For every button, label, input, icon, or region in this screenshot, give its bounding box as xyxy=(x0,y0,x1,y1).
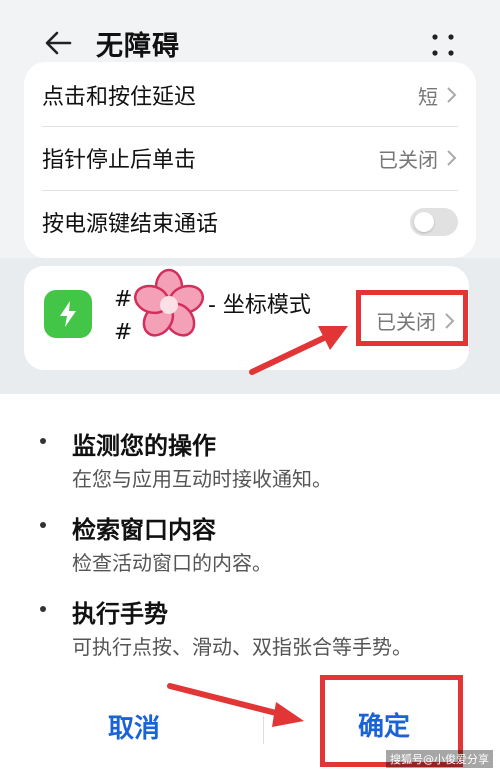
permission-desc: 可执行点按、滑动、双指张合等手势。 xyxy=(72,635,412,659)
app-icon xyxy=(44,290,92,338)
setting-value: 短 xyxy=(418,81,458,110)
chevron-right-icon xyxy=(447,150,457,166)
permission-desc: 在您与应用互动时接收通知。 xyxy=(72,467,332,491)
permission-title: 检索窗口内容 xyxy=(72,516,216,544)
bullet xyxy=(40,606,46,612)
button-divider xyxy=(263,716,264,744)
highlight-box-status xyxy=(356,290,468,346)
setting-row-click-delay[interactable]: 点击和按住延迟 短 xyxy=(42,64,458,126)
power-ends-call-toggle[interactable] xyxy=(410,208,458,236)
permission-title: 执行手势 xyxy=(72,600,168,628)
lightning-icon xyxy=(60,301,76,327)
service-name-suffix: - 坐标模式 xyxy=(208,293,311,318)
setting-label: 点击和按住延迟 xyxy=(42,85,197,110)
setting-row-power-ends-call: 按电源键结束通话 xyxy=(42,191,458,253)
flower-sticker-icon xyxy=(133,268,205,337)
toggle-knob xyxy=(414,212,434,232)
bullet xyxy=(40,522,46,528)
setting-row-dwell-click[interactable]: 指针停止后单击 已关闭 xyxy=(42,127,458,189)
permission-title: 监测您的操作 xyxy=(72,432,216,460)
setting-label: 按电源键结束通话 xyxy=(42,212,219,237)
setting-value: 已关闭 xyxy=(378,144,458,173)
setting-label: 指针停止后单击 xyxy=(42,148,197,173)
watermark: 搜狐号@小俊爱分享 xyxy=(386,750,493,768)
back-arrow-icon[interactable] xyxy=(42,26,76,60)
settings-card: 点击和按住延迟 短 指针停止后单击 已关闭 按电源键结束通话 xyxy=(24,62,476,258)
setting-value-text: 短 xyxy=(418,84,438,109)
more-options-icon[interactable] xyxy=(426,28,460,62)
permission-desc: 检查活动窗口的内容。 xyxy=(72,551,272,575)
page-title: 无障碍 xyxy=(96,31,180,62)
chevron-right-icon xyxy=(447,87,457,103)
cancel-button[interactable]: 取消 xyxy=(108,708,160,745)
setting-value-text: 已关闭 xyxy=(378,147,438,172)
bullet xyxy=(40,438,46,444)
